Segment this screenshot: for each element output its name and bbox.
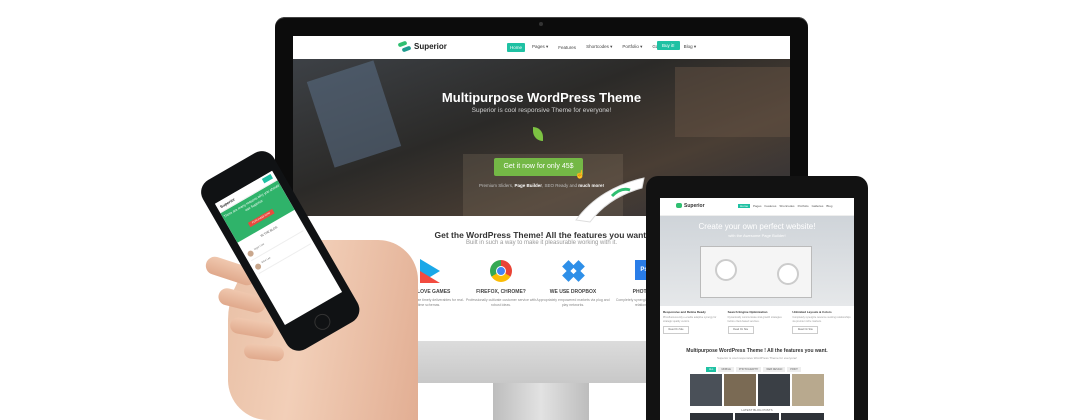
monitor-stand [493,383,589,420]
column-heading: Search Engine Optimization [727,310,768,314]
tablet-hero-title: Create your own perfect website! [698,222,816,231]
superior-logo-icon [676,203,682,209]
tablet-menu-galleries[interactable]: Galleries [812,204,824,208]
devices-showcase: Superior Home Pages ▾ Features Shortcode… [0,0,1080,420]
portfolio-filter-tabs: ALL MOBILE PHOTOGRAPHY WEB DESIGN PRINT [706,367,801,372]
hero-title: Multipurpose WordPress Theme [441,90,642,105]
home-button[interactable] [311,310,334,333]
tablet-screen: Superior Home Pages Features Shortcodes … [660,198,854,420]
column-button[interactable]: Read On Site [663,326,689,334]
site-logo[interactable]: Superior [398,40,447,53]
portfolio-thumb[interactable] [724,374,756,406]
hero-small-pre: Premium Sliders, [478,183,515,188]
purchase-now-button[interactable]: PURCHASE NOW [247,208,275,228]
avatar [246,249,255,258]
tablet-menu-portfolio[interactable]: Portfolio [798,204,809,208]
chrome-icon [489,259,513,283]
avatar [254,262,263,271]
portfolio-thumb[interactable] [758,374,790,406]
column-button[interactable]: Read On Site [792,326,819,334]
tablet-hero: Create your own perfect website! with th… [660,216,854,306]
menu-item-blog[interactable]: Blog ▾ [681,42,700,52]
feature-item-browsers: FIREFOX, CHROME? Professionally cultivat… [464,259,538,308]
curved-arrow-icon [575,177,645,223]
tablet-section-subtitle: Superior is cool responsive WordPress Th… [716,356,798,360]
leaf-icon [533,127,543,141]
tablet-column: Search Engine Optimization Dynamically c… [725,306,790,344]
feature-label: WE USE DROPBOX [549,289,597,295]
page-builder-mockup [700,246,812,298]
site-header: Superior Home Pages ▾ Features Shortcode… [293,36,790,60]
post-thumb[interactable] [690,413,734,420]
column-desc: Phosfluorescently e-enable adaptive syne… [663,316,717,323]
superior-logo-icon [398,40,411,53]
menu-item-pages[interactable]: Pages ▾ [529,42,551,52]
menu-item-shortcodes[interactable]: Shortcodes ▾ [583,42,615,52]
tablet-feature-columns: Responsive and Retina Ready Phosfluoresc… [660,306,854,344]
column-button[interactable]: Read On Site [727,326,754,334]
column-desc: Dynamically communicate viral growth str… [727,316,782,323]
latest-posts-row [690,413,824,420]
tablet-device: Superior Home Pages Features Shortcodes … [646,176,868,420]
tablet-section-heading: Multipurpose WordPress Theme ! All the f… [660,348,854,360]
logo-text: Superior [414,42,447,51]
post-thumb[interactable] [735,413,779,420]
feature-desc: Appropriately empowered markets via plug… [536,298,610,307]
hero-small-page-builder: Page Builder [514,183,542,188]
tablet-menu-blog[interactable]: Blog [826,204,832,208]
hero-subtitle: Superior is cool responsive Theme for ev… [471,107,612,114]
tablet-menu-features[interactable]: Features [765,204,777,208]
post-thumb[interactable] [780,413,824,420]
monitor-camera [539,22,543,26]
tab-all[interactable]: ALL [706,367,717,372]
feature-label: FIREFOX, CHROME? [476,289,526,295]
comment-author: Mike Lee [260,256,272,265]
tab-web-design[interactable]: WEB DESIGN [763,367,786,372]
column-heading: Unlimited Layouts & Colors [792,310,832,314]
feature-desc: Professionally cultivate customer servic… [465,298,537,307]
tablet-menu-home[interactable]: Home [738,204,751,208]
menu-item-home[interactable]: Home [507,42,526,52]
hero-background-ipad-box [306,60,402,168]
menu-item-portfolio[interactable]: Portfolio ▾ [619,42,645,52]
tab-photography[interactable]: PHOTOGRAPHY [735,367,762,372]
get-it-now-button[interactable]: Get it now for only 45$ [494,158,583,176]
portfolio-thumb[interactable] [690,374,722,406]
portfolio-thumb[interactable] [792,374,824,406]
tablet-menu: Home Pages Features Shortcodes Portfolio… [738,204,832,208]
latest-posts-label: LATEST BLOG POSTS [741,408,773,412]
comment-author: Nigel Cole [253,242,265,252]
tab-print[interactable]: PRINT [787,367,801,372]
tablet-logo[interactable]: Superior [676,203,705,209]
phone-menu-icon[interactable] [261,174,273,184]
dropbox-icon [561,259,585,283]
play-store-icon [417,259,441,283]
tablet-hero-subtitle: with the Awesome Page Builder! [728,233,786,238]
buy-it-button[interactable]: Buy it! [657,41,680,50]
tablet-section-title: Multipurpose WordPress Theme ! All the f… [686,348,828,354]
tablet-column: Unlimited Layouts & Colors Completely sy… [789,306,854,344]
tablet-header: Superior Home Pages Features Shortcodes … [660,198,854,216]
tablet-menu-pages[interactable]: Pages [753,204,762,208]
tablet-column: Responsive and Retina Ready Phosfluoresc… [660,306,725,344]
portfolio-grid [690,374,824,406]
tablet-logo-text: Superior [684,203,705,209]
column-desc: Completely synergize resource sucking re… [792,316,851,323]
column-heading: Responsive and Retina Ready [663,310,706,314]
tab-mobile[interactable]: MOBILE [718,367,734,372]
menu-item-features[interactable]: Features [555,43,579,52]
tablet-menu-shortcodes[interactable]: Shortcodes [779,204,794,208]
feature-item-dropbox: WE USE DROPBOX Appropriately empowered m… [536,259,610,308]
